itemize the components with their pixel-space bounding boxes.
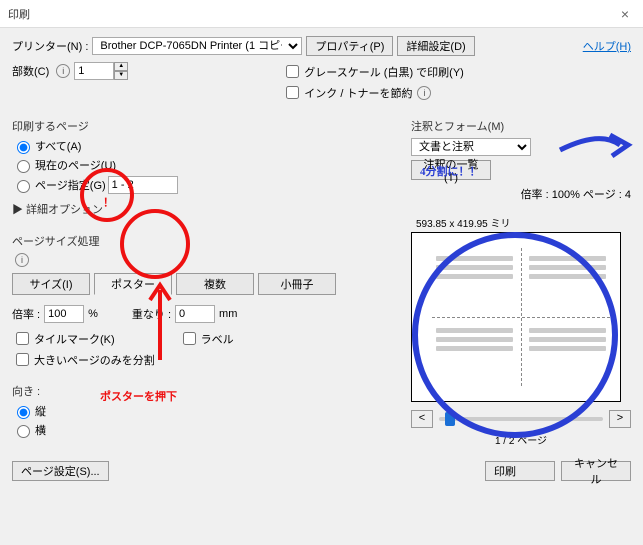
print-button[interactable]: 印刷: [485, 461, 555, 481]
more-options-toggle[interactable]: ▶ 詳細オプション: [12, 201, 103, 217]
labels-label: ラベル: [201, 331, 234, 347]
copies-label: 部数(C): [12, 63, 49, 79]
info-icon[interactable]: i: [15, 253, 29, 267]
grayscale-label: グレースケール (白黒) で印刷(Y): [304, 64, 464, 80]
slider-thumb[interactable]: [445, 412, 455, 426]
info-icon[interactable]: i: [56, 64, 70, 78]
print-preview: 593.85 x 419.95 ミリ: [411, 232, 621, 402]
pages-current-label: 現在のページ(U): [35, 157, 116, 173]
annotation-summary-button[interactable]: 注釈の一覧(T): [411, 160, 491, 180]
save-toner-checkbox[interactable]: [286, 86, 299, 99]
pages-all-label: すべて(A): [35, 138, 81, 154]
pages-current-radio[interactable]: [17, 160, 30, 173]
page-indicator: 1 / 2 ページ: [411, 432, 631, 447]
help-link[interactable]: ヘルプ(H): [583, 38, 631, 54]
close-icon[interactable]: ×: [615, 6, 635, 22]
scale-info: 倍率 : 100% ページ : 4: [411, 186, 631, 202]
pages-range-radio[interactable]: [17, 180, 30, 193]
orientation-landscape-radio[interactable]: [17, 425, 30, 438]
annotations-select[interactable]: 文書と注釈: [411, 138, 531, 156]
preview-slider[interactable]: [439, 417, 603, 421]
printer-select[interactable]: Brother DCP-7065DN Printer (1 コピー): [92, 37, 302, 55]
preview-dimensions: 593.85 x 419.95 ミリ: [416, 215, 511, 230]
pages-group-title: 印刷するページ: [12, 118, 405, 134]
page-setup-button[interactable]: ページ設定(S)...: [12, 461, 109, 481]
copies-up-icon[interactable]: ▲: [114, 62, 128, 71]
pages-range-label: ページ指定(G): [35, 177, 106, 193]
overlap-label: 重なり :: [132, 306, 171, 322]
window-title: 印刷: [8, 6, 615, 22]
tilemarks-label: タイルマーク(K): [34, 331, 115, 347]
properties-button[interactable]: プロパティ(P): [306, 36, 393, 56]
tab-poster[interactable]: ポスター: [94, 273, 172, 295]
advanced-button[interactable]: 詳細設定(D): [397, 36, 474, 56]
copies-down-icon[interactable]: ▼: [114, 71, 128, 80]
tab-booklet[interactable]: 小冊子: [258, 273, 336, 295]
overlap-input[interactable]: [175, 305, 215, 323]
scale-input[interactable]: [44, 305, 84, 323]
copies-input[interactable]: [74, 62, 114, 80]
pages-all-radio[interactable]: [17, 141, 30, 154]
orientation-title: 向き :: [12, 383, 405, 399]
scale-label: 倍率 :: [12, 306, 40, 322]
cancel-button[interactable]: キャンセル: [561, 461, 631, 481]
scale-pct: %: [88, 308, 98, 320]
preview-prev-button[interactable]: <: [411, 410, 433, 428]
orientation-landscape-label: 横: [35, 422, 46, 438]
grayscale-checkbox[interactable]: [286, 65, 299, 78]
orientation-portrait-radio[interactable]: [17, 406, 30, 419]
overlap-unit: mm: [219, 308, 237, 320]
save-toner-label: インク / トナーを節約: [304, 85, 412, 101]
printer-label: プリンター(N) :: [12, 38, 88, 54]
tilemarks-checkbox[interactable]: [16, 332, 29, 345]
preview-next-button[interactable]: >: [609, 410, 631, 428]
pages-range-input[interactable]: [108, 176, 178, 194]
size-group-title: ページサイズ処理: [12, 233, 405, 249]
large-only-label: 大きいページのみを分割: [34, 352, 155, 368]
tab-multiple[interactable]: 複数: [176, 273, 254, 295]
orientation-portrait-label: 縦: [35, 403, 46, 419]
tab-size[interactable]: サイズ(I): [12, 273, 90, 295]
info-icon[interactable]: i: [417, 86, 431, 100]
labels-checkbox[interactable]: [183, 332, 196, 345]
annotations-title: 注釈とフォーム(M): [411, 118, 631, 134]
large-only-checkbox[interactable]: [16, 353, 29, 366]
